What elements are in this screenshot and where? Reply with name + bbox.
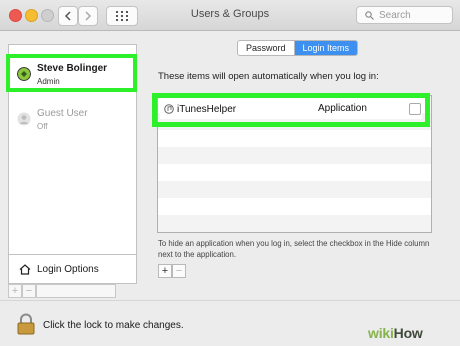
search-icon [365, 10, 374, 20]
search-field[interactable]: Search [356, 6, 453, 24]
footer-divider [0, 300, 460, 301]
lock-icon[interactable] [17, 313, 35, 335]
grid-icon [116, 11, 128, 21]
tab-control: Password Login Items [237, 40, 359, 56]
user-name: Guest User [37, 108, 88, 119]
hide-hint-text: To hide an application when you log in, … [158, 239, 430, 259]
tab-password[interactable]: Password [238, 41, 295, 55]
title-bar: Users & Groups Search [0, 0, 460, 31]
login-item-highlight-box [152, 93, 430, 127]
back-button[interactable] [58, 6, 78, 26]
forward-button[interactable] [78, 6, 98, 26]
add-user-button[interactable]: + [8, 284, 22, 298]
guest-avatar-icon [17, 112, 31, 126]
user-role: Off [37, 122, 48, 131]
remove-login-item-button[interactable]: − [172, 264, 186, 278]
lock-message: Click the lock to make changes. [43, 320, 184, 331]
login-options-item[interactable]: Login Options [9, 254, 136, 283]
login-items-toolbar: + − [158, 264, 186, 278]
sidebar-toolbar: + − [8, 284, 116, 298]
user-highlight-box [6, 54, 137, 92]
chevron-right-icon [85, 11, 92, 21]
close-window-button[interactable] [9, 9, 22, 22]
watermark-part1: wiki [368, 325, 394, 341]
watermark-part2: How [393, 325, 423, 341]
remove-user-button[interactable]: − [22, 284, 36, 298]
minimize-window-button[interactable] [25, 9, 38, 22]
show-all-button[interactable] [106, 6, 138, 26]
chevron-left-icon [64, 11, 71, 21]
search-placeholder: Search [379, 9, 411, 21]
user-item-guest-user[interactable]: Guest User Off [9, 103, 136, 137]
login-options-label: Login Options [37, 263, 99, 275]
sidebar-toolbar-spacer [36, 284, 116, 298]
wikihow-watermark: wikiHow [368, 325, 423, 341]
tab-login-items[interactable]: Login Items [294, 41, 358, 55]
zoom-window-button[interactable] [41, 9, 54, 22]
add-login-item-button[interactable]: + [158, 264, 172, 278]
house-icon [19, 263, 31, 275]
login-items-description: These items will open automatically when… [158, 71, 379, 82]
